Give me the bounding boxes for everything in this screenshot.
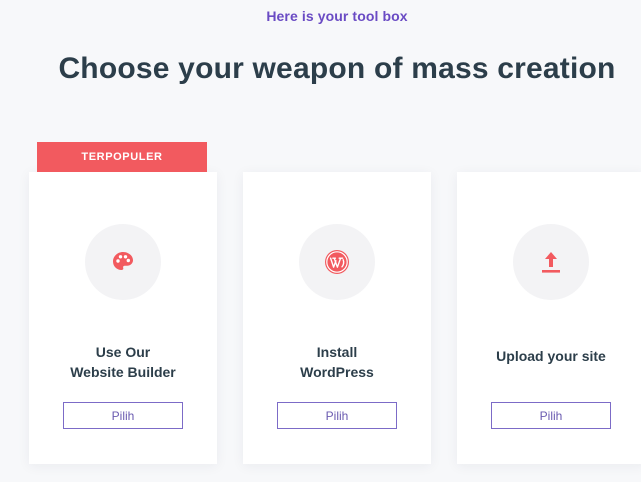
upload-icon xyxy=(537,248,565,276)
card-upload-site: Upload your site Pilih xyxy=(457,172,641,464)
card-title: Install WordPress xyxy=(300,344,374,380)
card-wordpress: Install WordPress Pilih xyxy=(243,172,431,464)
card-title: Upload your site xyxy=(496,348,606,364)
pick-button-upload-site[interactable]: Pilih xyxy=(491,402,611,429)
icon-badge xyxy=(299,224,375,300)
card-website-builder: Use Our Website Builder Pilih xyxy=(29,172,217,464)
icon-badge xyxy=(85,224,161,300)
section-eyebrow: Here is your tool box xyxy=(266,8,408,24)
pick-button-website-builder[interactable]: Pilih xyxy=(63,402,183,429)
pick-button-wordpress[interactable]: Pilih xyxy=(277,402,397,429)
wordpress-icon xyxy=(324,249,350,275)
palette-icon xyxy=(111,250,135,274)
page-title: Choose your weapon of mass creation xyxy=(58,52,616,85)
popular-badge: TERPOPULER xyxy=(37,142,207,172)
icon-badge xyxy=(513,224,589,300)
page: Here is your tool box Choose your weapon… xyxy=(0,0,641,482)
card-title: Use Our Website Builder xyxy=(70,344,176,380)
